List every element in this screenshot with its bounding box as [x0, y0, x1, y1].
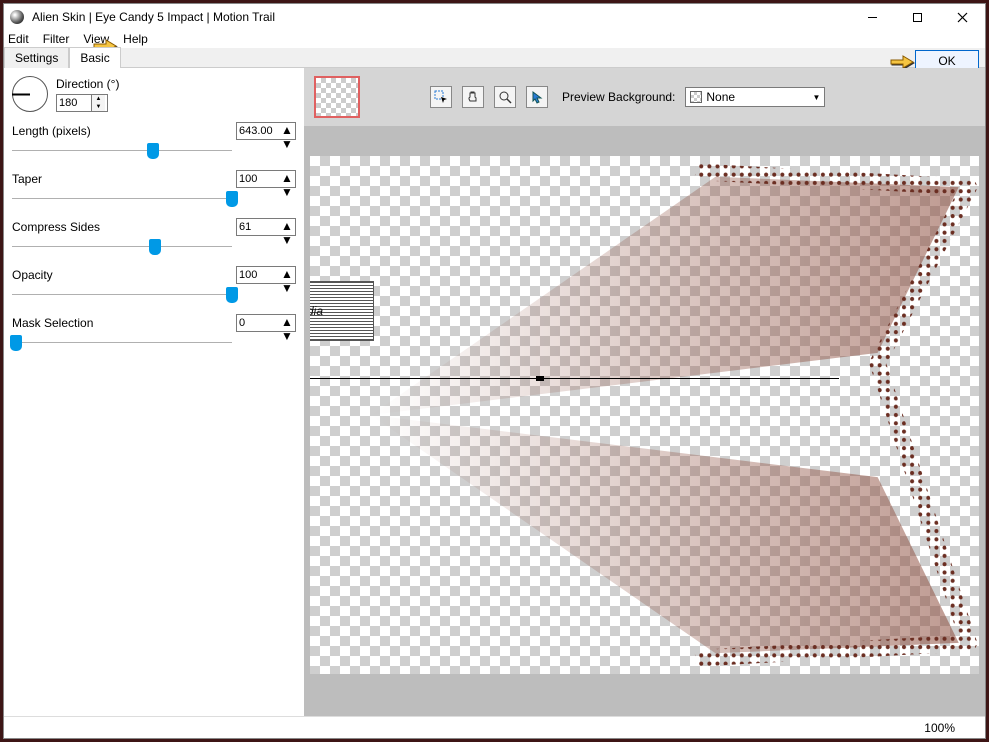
spin-up-icon[interactable]: ▲: [92, 95, 105, 103]
pointer-tool-button[interactable]: [526, 86, 548, 108]
mask-slider[interactable]: [12, 334, 232, 352]
opacity-spinner[interactable]: ▲▼: [236, 266, 296, 284]
zoom-level: 100%: [924, 721, 955, 735]
compress-slider[interactable]: [12, 238, 232, 256]
sidebar-controls: Direction (°) ▲▼ Length (pixels) ▲▼: [4, 68, 304, 716]
mask-input[interactable]: [237, 315, 281, 331]
tab-bar: Settings Basic OK Cancel: [4, 48, 985, 68]
compress-spinner[interactable]: ▲▼: [236, 218, 296, 236]
spin-up-icon[interactable]: ▲: [281, 123, 293, 137]
direction-label: Direction (°): [56, 77, 119, 91]
statusbar: 100%: [4, 716, 985, 738]
menu-help[interactable]: Help: [123, 32, 148, 46]
minimize-button[interactable]: [850, 4, 895, 30]
spin-down-icon[interactable]: ▼: [281, 233, 293, 247]
hand-tool-button[interactable]: [462, 86, 484, 108]
canvas-viewport[interactable]: claudia: [304, 126, 985, 716]
motion-trail-graphic: [310, 156, 979, 674]
watermark-text: claudia: [310, 304, 323, 318]
transparency-swatch-icon: [690, 91, 702, 103]
app-window: Alien Skin | Eye Candy 5 Impact | Motion…: [3, 3, 986, 739]
canvas[interactable]: claudia: [310, 156, 979, 674]
opacity-input[interactable]: [237, 267, 281, 283]
zoom-tool-button[interactable]: [494, 86, 516, 108]
length-spinner[interactable]: ▲▼: [236, 122, 296, 140]
spin-down-icon[interactable]: ▼: [281, 185, 293, 199]
mask-spinner[interactable]: ▲▼: [236, 314, 296, 332]
ok-label: OK: [938, 54, 955, 68]
app-icon: [10, 10, 24, 24]
length-input[interactable]: [237, 123, 281, 139]
menubar: Edit Filter View Help: [4, 30, 985, 48]
preview-thumbnail[interactable]: [314, 76, 360, 118]
selection-tool-button[interactable]: [430, 86, 452, 108]
mask-label: Mask Selection: [12, 316, 93, 330]
opacity-slider[interactable]: [12, 286, 232, 304]
taper-input[interactable]: [237, 171, 281, 187]
direction-spinner[interactable]: ▲▼: [56, 94, 108, 112]
cursor-hand-icon: [889, 50, 915, 70]
spin-down-icon[interactable]: ▼: [281, 329, 293, 343]
opacity-label: Opacity: [12, 268, 53, 282]
horizontal-guide[interactable]: [310, 378, 839, 379]
chevron-down-icon: ▼: [812, 93, 820, 102]
tab-settings[interactable]: Settings: [4, 47, 69, 68]
tab-basic[interactable]: Basic: [69, 47, 120, 68]
spin-up-icon[interactable]: ▲: [281, 315, 293, 329]
taper-label: Taper: [12, 172, 42, 186]
spin-down-icon[interactable]: ▼: [92, 103, 105, 111]
spin-up-icon[interactable]: ▲: [281, 219, 293, 233]
titlebar: Alien Skin | Eye Candy 5 Impact | Motion…: [4, 4, 985, 30]
close-button[interactable]: [940, 4, 985, 30]
length-slider[interactable]: [12, 142, 232, 160]
window-title: Alien Skin | Eye Candy 5 Impact | Motion…: [30, 10, 850, 24]
spin-up-icon[interactable]: ▲: [281, 171, 293, 185]
spin-down-icon[interactable]: ▼: [281, 137, 293, 151]
preview-bg-value: None: [706, 90, 735, 104]
taper-spinner[interactable]: ▲▼: [236, 170, 296, 188]
direction-input[interactable]: [57, 95, 91, 111]
preview-bg-label: Preview Background:: [562, 90, 675, 104]
spin-down-icon[interactable]: ▼: [281, 281, 293, 295]
menu-filter[interactable]: Filter: [43, 32, 70, 46]
compress-input[interactable]: [237, 219, 281, 235]
taper-slider[interactable]: [12, 190, 232, 208]
preview-bg-select[interactable]: None ▼: [685, 87, 825, 107]
menu-edit[interactable]: Edit: [8, 32, 29, 46]
length-label: Length (pixels): [12, 124, 91, 138]
spin-up-icon[interactable]: ▲: [281, 267, 293, 281]
maximize-button[interactable]: [895, 4, 940, 30]
direction-dial[interactable]: [12, 76, 48, 112]
preview-panel: Preview Background: None ▼: [304, 68, 985, 716]
watermark-badge: claudia: [310, 281, 374, 341]
compress-label: Compress Sides: [12, 220, 100, 234]
preview-toolbar: Preview Background: None ▼: [304, 68, 985, 126]
